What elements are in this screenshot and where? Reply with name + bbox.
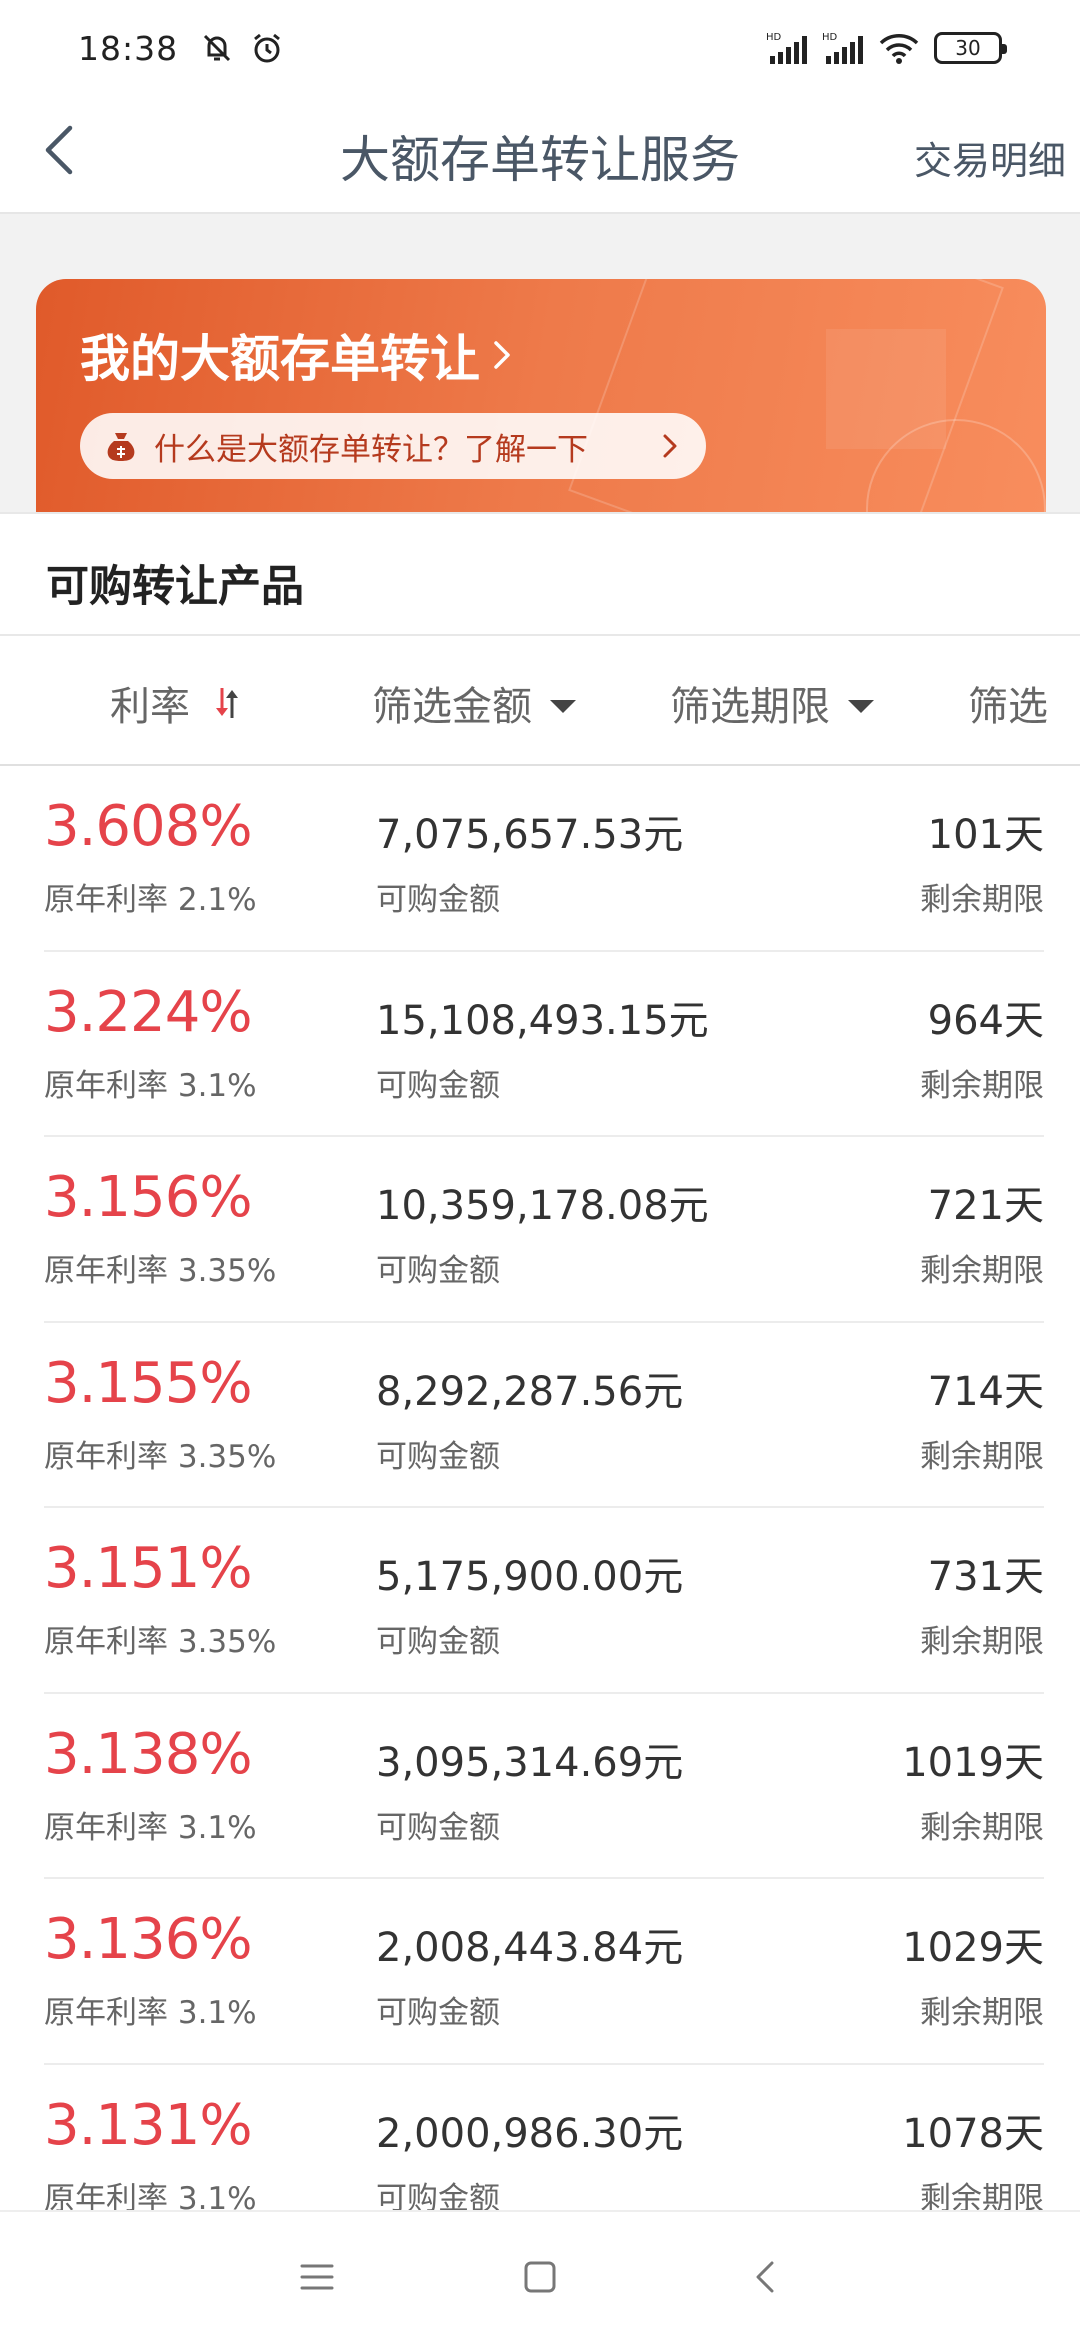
svg-text:HD: HD bbox=[822, 32, 838, 43]
chevron-right-icon bbox=[663, 434, 677, 458]
status-time: 18:38 bbox=[78, 28, 179, 68]
alarm-icon bbox=[254, 33, 281, 63]
list-item[interactable]: 3.131% 原年利率 3.1% 2,000,986.30元 可购金额 1078… bbox=[44, 2065, 1044, 2211]
original-rate: 原年利率 3.1% bbox=[44, 2180, 257, 2211]
back-icon[interactable] bbox=[742, 2252, 792, 2302]
amount-label: 可购金额 bbox=[376, 1624, 500, 1660]
rate-value: 3.151% bbox=[44, 1536, 253, 1601]
banner-title[interactable]: 我的大额存单转让 bbox=[80, 319, 514, 391]
amount-value: 15,108,493.15元 bbox=[376, 997, 709, 1044]
term-value: 1029天 bbox=[902, 1925, 1044, 1971]
chevron-right-icon bbox=[494, 341, 510, 369]
amount-value: 10,359,178.08元 bbox=[376, 1183, 709, 1229]
list-item[interactable]: 3.151% 原年利率 3.35% 5,175,900.00元 可购金额 731… bbox=[44, 1508, 1044, 1694]
signal-hd-icon: HD bbox=[766, 32, 807, 64]
home-square-icon[interactable] bbox=[515, 2252, 565, 2302]
status-right-icons: HD HD 30 bbox=[766, 30, 1007, 66]
original-rate: 原年利率 3.1% bbox=[44, 1809, 257, 1846]
term-value: 721天 bbox=[927, 1183, 1044, 1229]
system-nav-bar bbox=[0, 2210, 1080, 2340]
rate-value: 3.155% bbox=[44, 1350, 253, 1416]
original-rate: 原年利率 3.1% bbox=[44, 1995, 257, 2031]
list-item[interactable]: 3.224% 原年利率 3.1% 15,108,493.15元 可购金额 964… bbox=[44, 952, 1044, 1137]
rate-value: 3.136% bbox=[44, 1907, 253, 1972]
menu-icon[interactable] bbox=[292, 2252, 342, 2302]
filter-label: 筛选期限 bbox=[670, 684, 830, 730]
original-rate: 原年利率 3.35% bbox=[44, 1253, 277, 1289]
amount-value: 7,075,657.53元 bbox=[376, 812, 684, 858]
transaction-details-link[interactable]: 交易明细 bbox=[914, 130, 1066, 185]
term-label: 剩余期限 bbox=[920, 1438, 1044, 1475]
term-value: 964天 bbox=[927, 997, 1044, 1044]
battery-icon: 30 bbox=[934, 32, 1007, 64]
svg-text:HD: HD bbox=[766, 32, 782, 43]
rate-value: 3.224% bbox=[44, 979, 253, 1045]
amount-value: 2,008,443.84元 bbox=[376, 1925, 684, 1971]
term-value: 1078天 bbox=[902, 2110, 1044, 2157]
section-header: 可购转让产品 bbox=[0, 512, 1080, 636]
bell-off-icon bbox=[204, 34, 231, 62]
banner-title-text: 我的大额存单转让 bbox=[80, 330, 480, 388]
status-bar: 18:38 HD HD 30 bbox=[0, 0, 1080, 96]
wifi-icon bbox=[879, 34, 919, 64]
filter-bar: 利率 筛选金额 筛选期限 筛选 bbox=[0, 636, 1080, 766]
filter-label: 筛选 bbox=[968, 684, 1048, 730]
term-label: 剩余期限 bbox=[920, 1253, 1044, 1289]
amount-value: 5,175,900.00元 bbox=[376, 1554, 684, 1600]
rate-value: 3.608% bbox=[44, 794, 253, 859]
my-transfer-banner[interactable]: 我的大额存单转让 什么是大额存单转让？了解一下 bbox=[36, 279, 1046, 512]
amount-label: 可购金额 bbox=[376, 1995, 500, 2031]
sort-arrows-icon bbox=[216, 688, 238, 718]
term-value: 731天 bbox=[927, 1554, 1044, 1600]
product-list: 3.608% 原年利率 2.1% 7,075,657.53元 可购金额 101天… bbox=[0, 766, 1080, 2210]
rate-value: 3.156% bbox=[44, 1165, 253, 1230]
amount-label: 可购金额 bbox=[376, 882, 500, 918]
amount-label: 可购金额 bbox=[376, 1809, 500, 1846]
rate-value: 3.131% bbox=[44, 2092, 253, 2158]
caret-down-icon bbox=[848, 699, 874, 713]
term-value: 101天 bbox=[927, 812, 1044, 858]
amount-value: 2,000,986.30元 bbox=[376, 2110, 684, 2157]
original-rate: 原年利率 3.35% bbox=[44, 1624, 277, 1660]
amount-label: 可购金额 bbox=[376, 1438, 500, 1475]
term-value: 714天 bbox=[927, 1368, 1044, 1415]
term-label: 剩余期限 bbox=[920, 1624, 1044, 1660]
term-label: 剩余期限 bbox=[920, 1995, 1044, 2031]
filter-term[interactable]: 筛选期限 bbox=[670, 674, 874, 732]
original-rate: 原年利率 2.1% bbox=[44, 882, 257, 918]
list-item[interactable]: 3.155% 原年利率 3.35% 8,292,287.56元 可购金额 714… bbox=[44, 1323, 1044, 1508]
pill-text: 什么是大额存单转让？了解一下 bbox=[154, 431, 588, 468]
battery-level: 30 bbox=[955, 36, 981, 60]
status-left-icons bbox=[200, 31, 284, 65]
amount-value: 3,095,314.69元 bbox=[376, 1739, 684, 1786]
amount-label: 可购金额 bbox=[376, 1067, 500, 1104]
term-label: 剩余期限 bbox=[920, 2180, 1044, 2211]
amount-label: 可购金额 bbox=[376, 2180, 500, 2211]
filter-label: 筛选金额 bbox=[372, 684, 532, 730]
section-title: 可购转让产品 bbox=[46, 562, 304, 612]
list-item[interactable]: 3.156% 原年利率 3.35% 10,359,178.08元 可购金额 72… bbox=[44, 1137, 1044, 1323]
original-rate: 原年利率 3.35% bbox=[44, 1438, 277, 1475]
term-value: 1019天 bbox=[902, 1739, 1044, 1786]
what-is-transfer-link[interactable]: 什么是大额存单转让？了解一下 bbox=[80, 413, 706, 479]
signal-hd-icon: HD bbox=[822, 32, 863, 64]
list-item[interactable]: 3.136% 原年利率 3.1% 2,008,443.84元 可购金额 1029… bbox=[44, 1879, 1044, 2065]
list-item[interactable]: 3.608% 原年利率 2.1% 7,075,657.53元 可购金额 101天… bbox=[44, 766, 1044, 952]
filter-label: 利率 bbox=[110, 684, 190, 730]
money-bag-icon bbox=[107, 433, 135, 461]
term-label: 剩余期限 bbox=[920, 882, 1044, 918]
original-rate: 原年利率 3.1% bbox=[44, 1067, 257, 1104]
filter-more[interactable]: 筛选 bbox=[968, 674, 1048, 732]
term-label: 剩余期限 bbox=[920, 1809, 1044, 1846]
amount-value: 8,292,287.56元 bbox=[376, 1368, 684, 1415]
sort-by-rate[interactable]: 利率 bbox=[110, 674, 244, 732]
filter-amount[interactable]: 筛选金额 bbox=[372, 674, 576, 732]
list-item[interactable]: 3.138% 原年利率 3.1% 3,095,314.69元 可购金额 1019… bbox=[44, 1694, 1044, 1879]
term-label: 剩余期限 bbox=[920, 1067, 1044, 1104]
amount-label: 可购金额 bbox=[376, 1253, 500, 1289]
caret-down-icon bbox=[550, 699, 576, 713]
rate-value: 3.138% bbox=[44, 1721, 253, 1787]
nav-bar: 大额存单转让服务 交易明细 bbox=[0, 96, 1080, 214]
